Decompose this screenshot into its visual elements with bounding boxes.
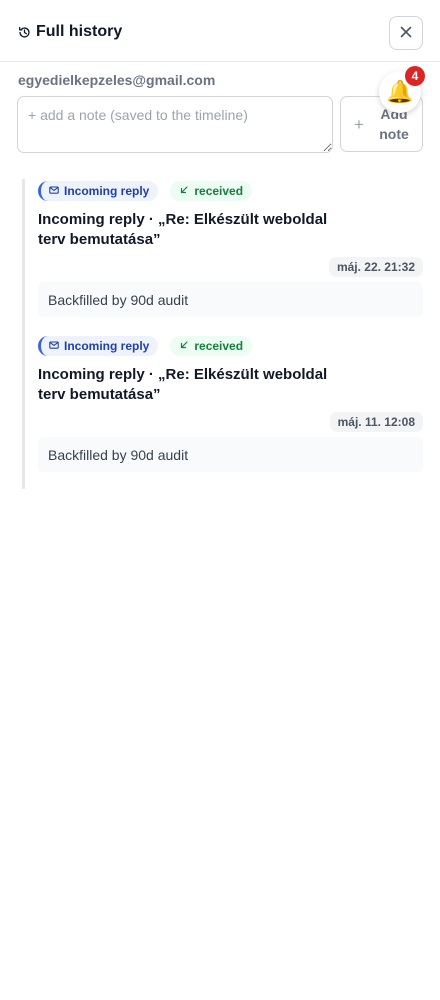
timeline-entry: Incoming reply received Incoming reply ·…	[38, 336, 423, 472]
entry-date: máj. 11. 12:08	[329, 412, 423, 432]
type-badge-label: Incoming reply	[64, 339, 150, 353]
entry-title: Incoming reply · „Re: Elkészült weboldal…	[38, 366, 328, 403]
entry-date: máj. 22. 21:32	[328, 257, 423, 277]
notification-count-badge: 4	[405, 66, 425, 86]
panel-title: Full history	[18, 23, 122, 41]
arrow-down-left-icon	[179, 184, 189, 198]
entry-note: Backfilled by 90d audit	[38, 282, 423, 317]
mail-icon	[49, 339, 59, 353]
panel-title-text: Full history	[36, 23, 123, 40]
plus-icon: +	[354, 114, 364, 134]
timeline-entry: Incoming reply received Incoming reply ·…	[38, 181, 423, 317]
close-button[interactable]	[389, 16, 423, 50]
close-icon	[400, 26, 412, 41]
entry-badges: Incoming reply received	[38, 336, 423, 356]
entry-title: Incoming reply · „Re: Elkészült weboldal…	[38, 211, 328, 248]
status-badge-label: received	[194, 339, 244, 353]
contact-email: egyedielkepzeles@gmail.com	[18, 72, 216, 88]
status-badge: received	[170, 181, 253, 201]
history-icon	[18, 26, 31, 39]
entry-badges: Incoming reply received	[38, 181, 423, 201]
status-badge: received	[170, 336, 253, 356]
entry-note: Backfilled by 90d audit	[38, 437, 423, 472]
mail-icon	[49, 184, 59, 198]
type-badge-label: Incoming reply	[64, 184, 150, 198]
note-input[interactable]	[17, 96, 333, 153]
arrow-down-left-icon	[179, 339, 189, 353]
status-badge-label: received	[194, 184, 244, 198]
type-badge: Incoming reply	[38, 336, 159, 356]
type-badge: Incoming reply	[38, 181, 159, 201]
panel-header: Full history	[0, 0, 440, 62]
timeline-line	[22, 179, 25, 489]
